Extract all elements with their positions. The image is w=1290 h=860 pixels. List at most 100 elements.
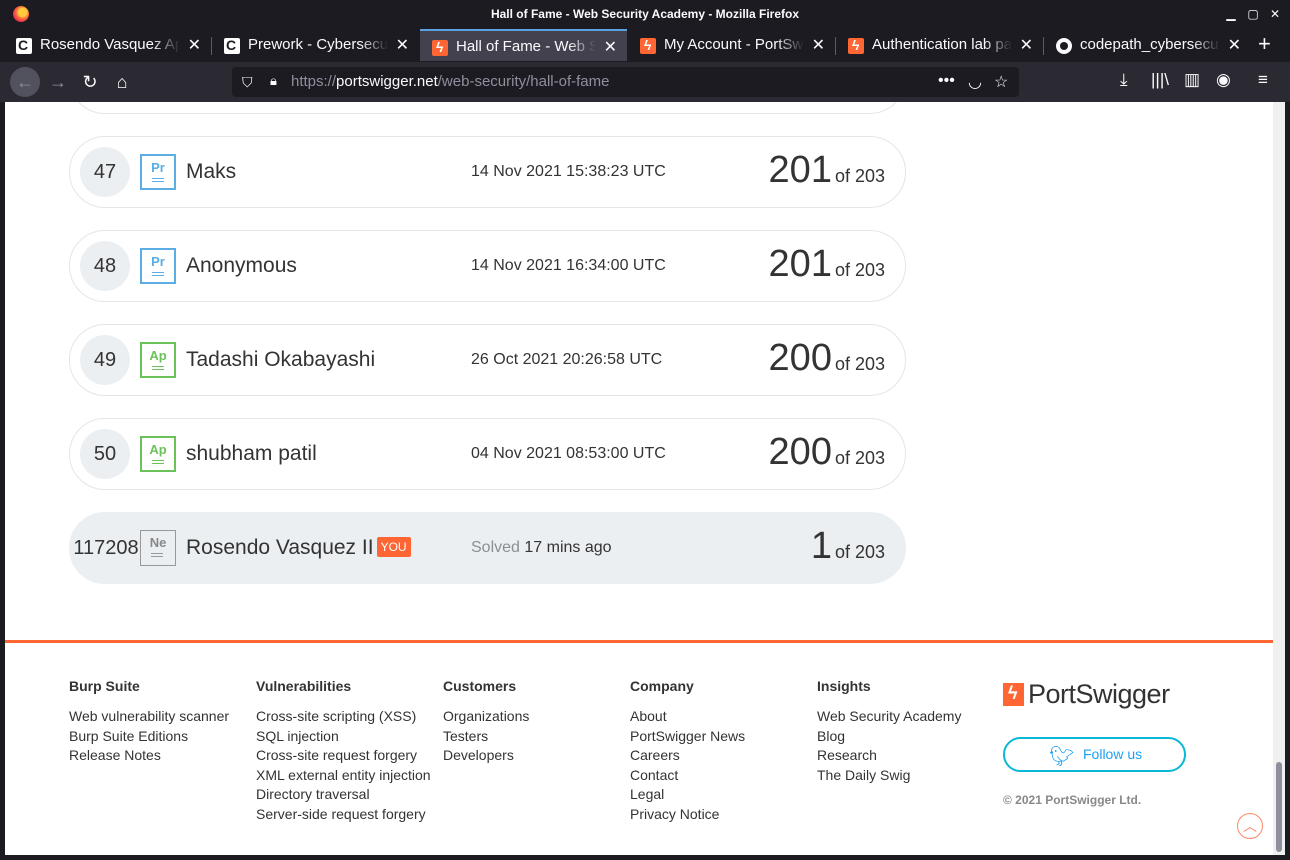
url-path: /web-security/hall-of-fame	[437, 73, 610, 90]
footer-link[interactable]: XML external entity injection	[256, 766, 431, 786]
close-tab-icon[interactable]: ✕	[812, 35, 825, 55]
url-bar[interactable]: ⛉ 🔒︎ https://portswigger.net/web-securit…	[232, 67, 1019, 97]
footer-link[interactable]: Privacy Notice	[630, 805, 745, 825]
tab-rosendo-app[interactable]: Rosendo Vasquez App ✕	[4, 29, 212, 61]
back-to-top-icon[interactable]: ︿	[1237, 813, 1263, 839]
footer-link[interactable]: Legal	[630, 785, 745, 805]
page-scrollbar[interactable]	[1273, 102, 1285, 855]
close-tab-icon[interactable]: ✕	[396, 35, 409, 55]
leaderboard-row: 47 Pr Maks 14 Nov 2021 15:38:23 UTC 201 o…	[69, 136, 906, 208]
you-badge: YOU	[376, 537, 411, 557]
badge-line	[152, 275, 164, 276]
footer-heading: Company	[630, 678, 694, 694]
brand-name: PortSwigger	[1028, 679, 1170, 709]
footer-link[interactable]: Cross-site scripting (XSS)	[256, 707, 431, 727]
badge-line	[152, 366, 164, 367]
footer-link[interactable]: The Daily Swig	[817, 766, 961, 786]
follow-us-button[interactable]: 🐦︎ Follow us	[1003, 737, 1186, 772]
leaderboard-row: 48 Pr Anonymous 14 Nov 2021 16:34:00 UTC…	[69, 230, 906, 302]
reload-icon[interactable]: ↻	[75, 67, 105, 97]
footer-column-burp-suite: Burp Suite Web vulnerability scanner Bur…	[69, 678, 229, 766]
newcomer-badge-icon: Ne	[140, 530, 176, 566]
footer-link[interactable]: Release Notes	[69, 746, 229, 766]
footer-link[interactable]: Testers	[443, 727, 529, 747]
close-tab-icon[interactable]: ✕	[1020, 35, 1033, 55]
tab-my-account[interactable]: My Account - PortSwigger ✕	[628, 29, 836, 61]
badge-line	[152, 460, 164, 461]
portswigger-icon	[432, 39, 448, 56]
close-tab-icon[interactable]: ✕	[604, 37, 617, 57]
sidebar-icon[interactable]: ▥	[1184, 70, 1200, 90]
solved-count: 201	[768, 243, 832, 285]
score: 200 of 203	[769, 431, 885, 474]
user-name: shubham patil	[186, 442, 317, 465]
footer-link[interactable]: Organizations	[443, 707, 529, 727]
footer-link[interactable]: Cross-site request forgery	[256, 746, 431, 766]
maximize-icon[interactable]: ▢	[1246, 7, 1260, 21]
minimize-icon[interactable]: ▁	[1224, 7, 1238, 21]
leaderboard-row-partial	[69, 102, 906, 114]
menu-icon[interactable]: ≡	[1258, 70, 1268, 90]
scrollbar-thumb[interactable]	[1276, 762, 1282, 852]
completion-date: 04 Nov 2021 08:53:00 UTC	[471, 445, 666, 462]
account-icon[interactable]: ◉	[1216, 70, 1231, 90]
library-icon[interactable]: |||\	[1151, 70, 1169, 90]
new-tab-icon[interactable]: +	[1258, 31, 1271, 57]
footer-link[interactable]: SQL injection	[256, 727, 431, 747]
footer-link[interactable]: Contact	[630, 766, 745, 786]
portswigger-icon	[640, 37, 656, 54]
window-titlebar: Hall of Fame - Web Security Academy - Mo…	[0, 0, 1290, 28]
tab-label: Authentication lab passwords	[872, 36, 1012, 53]
tab-auth-lab[interactable]: Authentication lab passwords ✕	[836, 29, 1044, 61]
completion-date: 26 Oct 2021 20:26:58 UTC	[471, 351, 663, 368]
badge-line	[152, 181, 164, 182]
leaderboard-row: 49 Ap Tadashi Okabayashi 26 Oct 2021 20:…	[69, 324, 906, 396]
portswigger-logo-icon	[1003, 683, 1024, 706]
downloads-icon[interactable]: ⤓	[1120, 70, 1128, 90]
footer-link[interactable]: Developers	[443, 746, 529, 766]
total-count: of 203	[834, 354, 885, 374]
lock-icon[interactable]: 🔒︎	[270, 73, 277, 89]
twitter-icon: 🐦︎	[1049, 746, 1075, 768]
footer-link[interactable]: Server-side request forgery	[256, 805, 431, 825]
footer-link[interactable]: Blog	[817, 727, 961, 747]
footer-link[interactable]: Careers	[630, 746, 745, 766]
page-actions-icon[interactable]: •••	[938, 72, 955, 90]
solved-count: 201	[768, 149, 832, 191]
user-name: Anonymous	[186, 254, 297, 277]
footer-link[interactable]: Directory traversal	[256, 785, 431, 805]
apprentice-badge-icon: Ap	[140, 436, 176, 472]
badge-label: Pr	[151, 254, 165, 269]
close-tab-icon[interactable]: ✕	[188, 35, 201, 55]
footer-link[interactable]: Burp Suite Editions	[69, 727, 229, 747]
practitioner-badge-icon: Pr	[140, 248, 176, 284]
follow-us-label: Follow us	[1083, 746, 1143, 762]
close-tab-icon[interactable]: ✕	[1228, 35, 1241, 55]
badge-line	[152, 178, 164, 179]
apprentice-badge-icon: Ap	[140, 342, 176, 378]
tab-strip: Rosendo Vasquez App ✕ Prework - Cybersec…	[0, 28, 1290, 62]
footer-link[interactable]: Web Security Academy	[817, 707, 961, 727]
url-text[interactable]: https://portswigger.net/web-security/hal…	[291, 73, 610, 90]
footer-heading: Burp Suite	[69, 678, 140, 694]
total-count: of 203	[834, 260, 885, 280]
pocket-icon[interactable]: ◡	[968, 72, 982, 92]
back-icon[interactable]: ←	[10, 67, 40, 97]
tracking-shield-icon[interactable]: ⛉	[242, 74, 253, 91]
solved-count: 200	[768, 431, 832, 473]
tab-label: My Account - PortSwigger	[664, 36, 804, 53]
window-bottom-border	[0, 855, 1290, 860]
footer-link[interactable]: About	[630, 707, 745, 727]
close-window-icon[interactable]: ✕	[1268, 7, 1282, 21]
tab-hall-of-fame[interactable]: Hall of Fame - Web Security ✕	[420, 29, 627, 61]
footer-link[interactable]: PortSwigger News	[630, 727, 745, 747]
badge-line	[152, 369, 164, 370]
forward-icon[interactable]: →	[43, 67, 73, 97]
tab-prework[interactable]: Prework - Cybersecurity ✕	[212, 29, 419, 61]
footer-link[interactable]: Web vulnerability scanner	[69, 707, 229, 727]
tab-codepath-github[interactable]: codepath_cybersecurity ✕	[1044, 29, 1251, 61]
footer-link[interactable]: Research	[817, 746, 961, 766]
solved-time-value: 17 mins ago	[524, 539, 612, 556]
home-icon[interactable]: ⌂	[107, 67, 137, 97]
bookmark-star-icon[interactable]: ☆	[994, 72, 1008, 92]
